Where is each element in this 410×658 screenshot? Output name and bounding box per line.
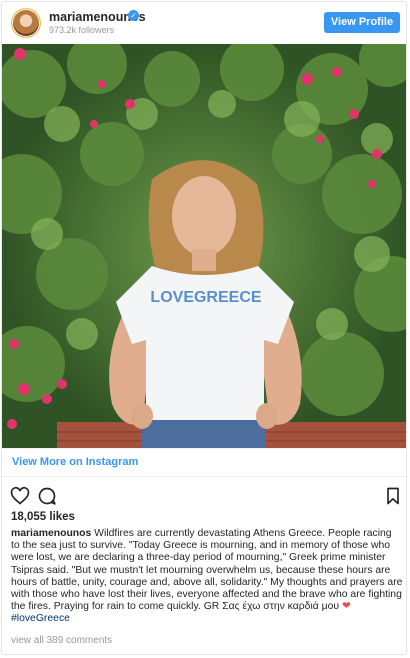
caption: mariamenounos Wildfires are currently de…: [11, 528, 403, 626]
heart-emoji-icon: ❤: [342, 601, 351, 613]
divider: [2, 476, 406, 477]
follower-count: 973.2k followers: [49, 25, 115, 35]
hashtag-link[interactable]: #loveGreece: [11, 613, 70, 624]
post-header: mariamenounos ✓ 973.2k followers View Pr…: [2, 2, 406, 44]
like-count[interactable]: 18,055 likes: [11, 511, 75, 523]
divider: [2, 448, 406, 449]
caption-username[interactable]: mariamenounos: [11, 528, 91, 539]
view-more-link[interactable]: View More on Instagram: [12, 456, 138, 468]
view-comments-link[interactable]: view all 389 comments: [11, 635, 112, 646]
heart-icon[interactable]: [10, 486, 30, 506]
instagram-embed-card: mariamenounos ✓ 973.2k followers View Pr…: [1, 1, 407, 655]
caption-greek: GR Σας έχω στην καρδιά μου: [203, 601, 342, 613]
caption-text: Wildfires are currently devastating Athe…: [11, 528, 403, 613]
bookmark-icon[interactable]: [383, 486, 403, 506]
post-image[interactable]: LOVEGREECE: [2, 44, 406, 448]
view-profile-button[interactable]: View Profile: [324, 12, 400, 33]
verified-badge-icon: ✓: [128, 10, 139, 21]
shirt-print: LOVEGREECE: [150, 289, 261, 306]
comment-icon[interactable]: [37, 486, 57, 506]
avatar[interactable]: [11, 8, 41, 38]
